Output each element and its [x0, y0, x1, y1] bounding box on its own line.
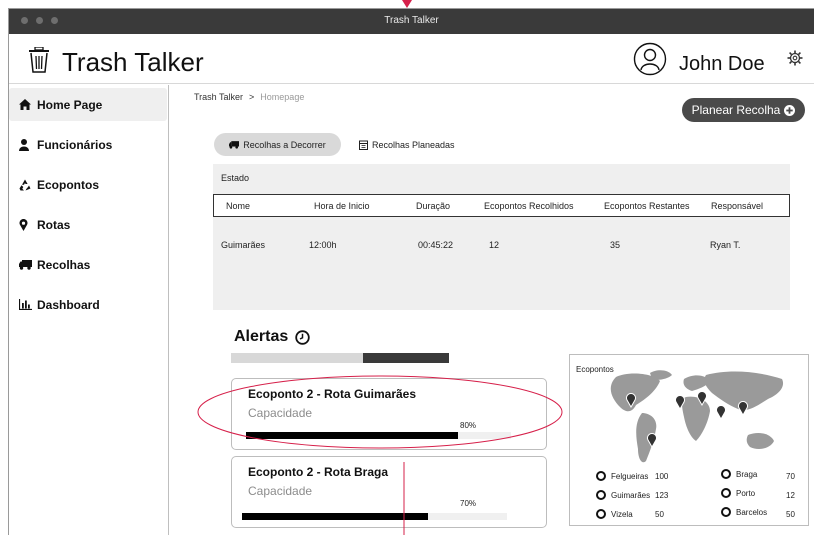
sidebar-item-label: Ecopontos [37, 177, 99, 192]
legend-value: 70 [786, 472, 795, 481]
user-icon [19, 138, 37, 151]
circle-marker-icon [721, 469, 731, 479]
map-legend-item[interactable]: Felgueiras [596, 471, 648, 481]
column-header[interactable]: Nome [226, 201, 250, 211]
trash-icon [29, 47, 49, 73]
bar-chart-icon [19, 299, 37, 310]
user-name[interactable]: John Doe [679, 53, 765, 76]
tab-label: Recolhas a Decorrer [243, 139, 326, 150]
alerts-segmented-control[interactable] [231, 353, 449, 363]
table-cell: 00:45:22 [418, 240, 454, 250]
breadcrumb-separator: > [249, 92, 255, 102]
circle-marker-icon [596, 509, 606, 519]
window-title: Trash Talker [384, 15, 439, 26]
sidebar-item-dashboard[interactable]: Dashboard [9, 288, 167, 321]
state-label: Estado [221, 173, 250, 183]
map-legend-item[interactable]: Braga [721, 469, 757, 479]
app-window: Trash Talker Trash Talker John Doe Home … [8, 8, 814, 535]
legend-name: Braga [736, 469, 758, 479]
legend-name: Porto [736, 488, 756, 498]
column-header[interactable]: Hora de Inicio [314, 201, 370, 211]
sidebar-item-funcionarios[interactable]: Funcionários [9, 128, 167, 161]
table-cell: 12 [489, 240, 500, 250]
alerts-heading: Alertas [234, 328, 310, 346]
table-cell: Ryan T. [710, 240, 741, 250]
app-header: Trash Talker John Doe [9, 34, 814, 84]
legend-value: 50 [786, 510, 795, 519]
world-map[interactable] [598, 369, 794, 469]
column-header[interactable]: Duração [416, 201, 450, 211]
column-header[interactable]: Ecopontos Restantes [604, 201, 690, 211]
map-legend-item[interactable]: Guimarães [596, 490, 650, 500]
circle-marker-icon [596, 490, 606, 500]
ecopontos-map-panel: Ecopontos Felgueiras 100 Guimarães 123 V… [569, 354, 809, 526]
plus-circle-icon [784, 104, 796, 116]
window-titlebar: Trash Talker [9, 9, 814, 34]
recolhas-table: Estado Nome Hora de Inicio Duração Ecopo… [213, 164, 790, 310]
legend-name: Barcelos [736, 507, 768, 517]
sidebar-item-label: Rotas [37, 217, 71, 232]
breadcrumb-current: Homepage [260, 92, 305, 102]
legend-value: 12 [786, 491, 795, 500]
app-name: Trash Talker [62, 47, 204, 77]
calendar-icon [359, 140, 368, 150]
alerts-title: Alertas [234, 328, 289, 345]
breadcrumb: Trash Talker > Homepage [194, 92, 304, 102]
gear-icon[interactable] [787, 50, 803, 66]
clock-icon [295, 329, 310, 345]
sidebar-item-label: Dashboard [37, 297, 100, 312]
alerts-segment-active[interactable] [363, 353, 449, 363]
sidebar: Home Page Funcionários Ecopontos Rotas R… [9, 85, 169, 535]
breadcrumb-root[interactable]: Trash Talker [194, 92, 243, 102]
tab-recolhas-planeadas[interactable]: Recolhas Planeadas [359, 133, 455, 156]
table-cell: 12:00h [309, 240, 337, 250]
sidebar-item-rotas[interactable]: Rotas [9, 208, 167, 241]
home-icon [19, 99, 37, 110]
map-legend-item[interactable]: Vizela [596, 509, 633, 519]
user-avatar-icon[interactable] [633, 42, 667, 76]
table-row[interactable]: Guimarães 12:00h 00:45:22 12 35 Ryan T. [213, 224, 790, 250]
sidebar-item-recolhas[interactable]: Recolhas [9, 248, 167, 281]
legend-value: 50 [655, 510, 664, 519]
sidebar-item-label: Home Page [37, 97, 103, 112]
table-cell: Guimarães [221, 240, 266, 250]
legend-name: Guimarães [611, 490, 651, 500]
tab-recolhas-a-decorrer[interactable]: Recolhas a Decorrer [214, 133, 341, 156]
truck-icon [19, 259, 37, 270]
table-header-row: Nome Hora de Inicio Duração Ecopontos Re… [213, 194, 790, 217]
planear-recolha-button[interactable]: Planear Recolha [682, 98, 805, 122]
map-marker-icon [19, 218, 37, 231]
map-legend-item[interactable]: Barcelos [721, 507, 767, 517]
truck-icon [229, 140, 240, 149]
column-header[interactable]: Responsável [711, 201, 763, 211]
circle-marker-icon [721, 507, 731, 517]
table-cell: 35 [610, 240, 621, 250]
sidebar-item-home-page[interactable]: Home Page [9, 88, 167, 121]
planear-recolha-label: Planear Recolha [691, 103, 781, 117]
circle-marker-icon [721, 488, 731, 498]
legend-name: Vizela [611, 509, 633, 519]
recycle-icon [19, 179, 37, 191]
map-legend-item[interactable]: Porto [721, 488, 755, 498]
legend-value: 100 [655, 472, 669, 481]
circle-marker-icon [596, 471, 606, 481]
sidebar-item-ecopontos[interactable]: Ecopontos [9, 168, 167, 201]
legend-value: 123 [655, 491, 669, 500]
legend-name: Felgueiras [611, 471, 649, 481]
annotation-overlay [197, 375, 563, 535]
sidebar-item-label: Recolhas [37, 257, 91, 272]
column-header[interactable]: Ecopontos Recolhidos [484, 201, 574, 211]
tab-label: Recolhas Planeadas [372, 139, 455, 150]
sidebar-item-label: Funcionários [37, 137, 113, 152]
